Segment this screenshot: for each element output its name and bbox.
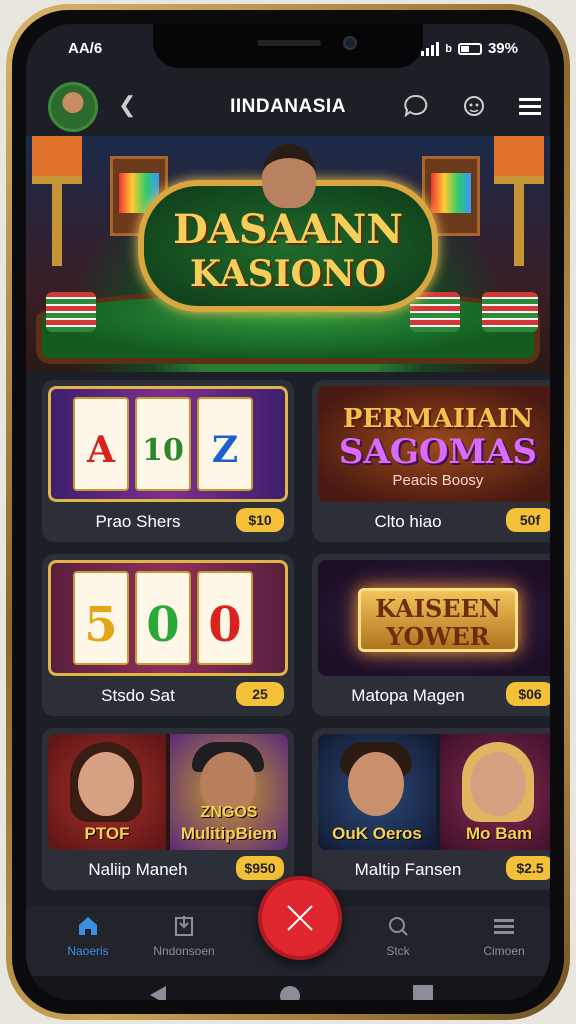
game-thumbnail: A 10 Z <box>48 386 288 502</box>
dealer-portrait <box>262 144 316 208</box>
sim-mark: b <box>445 42 452 55</box>
speaker-grille <box>257 40 321 46</box>
nav-home[interactable]: Naoeris <box>38 914 138 958</box>
chip-stack <box>410 292 460 332</box>
game-name: Clto hiao <box>374 512 442 531</box>
status-time: AA/6 <box>68 40 103 57</box>
banner-line-1: DASAANN <box>173 206 403 253</box>
portrait-caption: Mo Bam <box>465 824 533 843</box>
plaque-line-2: YOWER <box>386 622 490 651</box>
portrait-image: OuK Oeros <box>318 734 436 850</box>
game-thumbnail: PTOF ZNGOS MulitipBiem <box>48 734 288 850</box>
nav-label: Naoeris <box>67 944 109 958</box>
game-card[interactable]: 5 0 0 Stsdo Sat 25 <box>42 554 294 716</box>
game-name: Maltip Fansen <box>354 860 462 879</box>
back-nav-icon[interactable] <box>148 984 168 1000</box>
game-name: Naliip Maneh <box>88 860 188 879</box>
game-amount-badge: 50f <box>506 508 550 532</box>
menu-icon <box>494 919 514 934</box>
search-icon <box>389 917 408 936</box>
game-thumbnail: PERMAIIAIN SAGOMAS Peacis Boosy <box>318 386 550 502</box>
hamburger-menu-icon[interactable] <box>516 92 544 120</box>
game-card[interactable]: KAISEEN YOWER Matopa Magen $06 <box>312 554 550 716</box>
reel-symbol: 0 <box>146 597 180 653</box>
game-amount-badge: $06 <box>506 682 550 706</box>
promo-art: KAISEEN YOWER <box>318 560 550 676</box>
app-header: ❮ IINDANASIA <box>26 74 550 136</box>
promo-line-3: Peacis Boosy <box>392 472 484 489</box>
chip-stack <box>482 292 538 332</box>
nav-menu[interactable]: Cimoen <box>454 914 550 958</box>
game-thumbnail: 5 0 0 <box>48 560 288 676</box>
banner-line-2: KASIONO <box>189 253 387 295</box>
game-card[interactable]: PERMAIIAIN SAGOMAS Peacis Boosy Clto hia… <box>312 380 550 542</box>
close-icon <box>287 905 313 931</box>
download-icon <box>175 916 193 936</box>
battery-percent: 39% <box>487 40 518 57</box>
portrait-caption-top: ZNGOS <box>200 804 258 821</box>
recents-nav-icon[interactable] <box>412 984 434 1000</box>
trophy-lamp-right <box>494 136 544 266</box>
screen: AA/6 b 39% ❮ IINDANASIA DASAANN KASIONO … <box>26 24 550 1000</box>
gold-plaque: KAISEEN YOWER <box>358 588 518 652</box>
slot-reels: 5 0 0 <box>48 560 288 676</box>
game-card[interactable]: A 10 Z Prao Shers $10 <box>42 380 294 542</box>
promo-line-2: SAGOMAS <box>338 432 538 472</box>
portrait-image: Mo Bam <box>440 734 550 850</box>
phone-frame: AA/6 b 39% ❮ IINDANASIA DASAANN KASIONO … <box>6 4 570 1020</box>
status-right: b 39% <box>421 40 518 57</box>
close-fab-button[interactable] <box>258 876 342 960</box>
signal-icon <box>421 41 440 56</box>
reel-symbol: 5 <box>84 597 118 653</box>
notch <box>153 24 423 68</box>
nav-download[interactable]: Nndonsoen <box>134 914 234 958</box>
game-thumbnail: OuK Oeros Mo Bam <box>318 734 550 850</box>
chat-icon[interactable] <box>402 92 430 120</box>
promo-art: PERMAIIAIN SAGOMAS Peacis Boosy <box>318 386 550 502</box>
portrait-caption: OuK Oeros <box>332 824 422 843</box>
trophy-lamp-left <box>32 136 82 266</box>
portrait-image: ZNGOS MulitipBiem <box>170 734 288 850</box>
system-navigation-bar <box>26 976 550 1000</box>
game-amount-badge: $950 <box>236 856 284 880</box>
game-card[interactable]: PTOF ZNGOS MulitipBiem Naliip Maneh $950 <box>42 728 294 890</box>
hero-banner[interactable]: DASAANN KASIONO <box>26 136 550 372</box>
reel-symbol: Z <box>211 429 239 471</box>
nav-label: Stck <box>386 944 410 958</box>
portrait-caption: PTOF <box>84 824 130 843</box>
game-name: Matopa Magen <box>351 686 465 705</box>
game-name: Prao Shers <box>95 512 181 531</box>
portrait-caption: MulitipBiem <box>180 824 278 843</box>
front-camera <box>343 36 357 50</box>
support-icon[interactable] <box>460 92 488 120</box>
phone-bezel: AA/6 b 39% ❮ IINDANASIA DASAANN KASIONO … <box>12 10 564 1014</box>
nav-search[interactable]: Stck <box>348 914 448 958</box>
plaque-line-1: KAISEEN <box>375 594 501 623</box>
reel-symbol: 10 <box>142 433 184 468</box>
portrait-image: PTOF <box>48 734 166 850</box>
game-amount-badge: 25 <box>236 682 284 706</box>
home-nav-icon[interactable] <box>278 984 302 1000</box>
home-icon <box>79 917 97 935</box>
reel-symbol: 0 <box>208 597 242 653</box>
slot-reels: A 10 Z <box>48 386 288 502</box>
battery-icon <box>457 42 482 55</box>
reel-symbol: A <box>87 429 115 471</box>
game-name: Stsdo Sat <box>101 686 175 705</box>
game-thumbnail: KAISEEN YOWER <box>318 560 550 676</box>
promo-line-1: PERMAIIAIN <box>342 404 534 434</box>
game-amount-badge: $10 <box>236 508 284 532</box>
game-amount-badge: $2.5 <box>506 856 550 880</box>
nav-label: Nndonsoen <box>153 944 215 958</box>
game-card[interactable]: OuK Oeros Mo Bam Maltip Fansen $2.5 <box>312 728 550 890</box>
chip-stack <box>46 292 96 332</box>
nav-label: Cimoen <box>483 944 525 958</box>
